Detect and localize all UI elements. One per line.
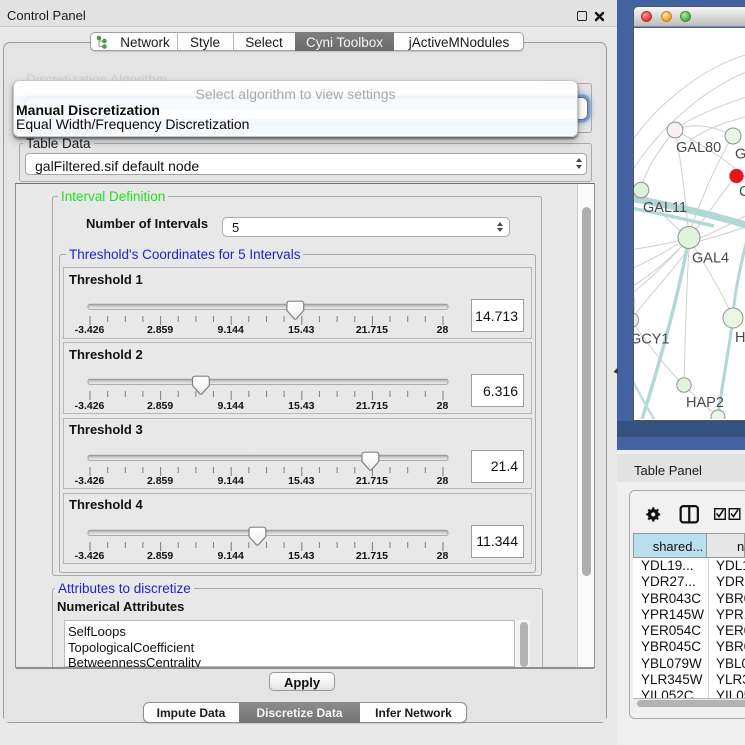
svg-text:GAL4: GAL4 [692,251,729,267]
svg-text:HAP2: HAP2 [686,395,724,411]
svg-text:G.: G. [735,147,745,163]
svg-text:GCY1: GCY1 [634,332,670,348]
svg-text:C: C [739,184,745,200]
svg-text:H: H [735,330,745,346]
svg-text:GAL80: GAL80 [676,140,721,156]
svg-text:GAL11: GAL11 [643,200,687,216]
